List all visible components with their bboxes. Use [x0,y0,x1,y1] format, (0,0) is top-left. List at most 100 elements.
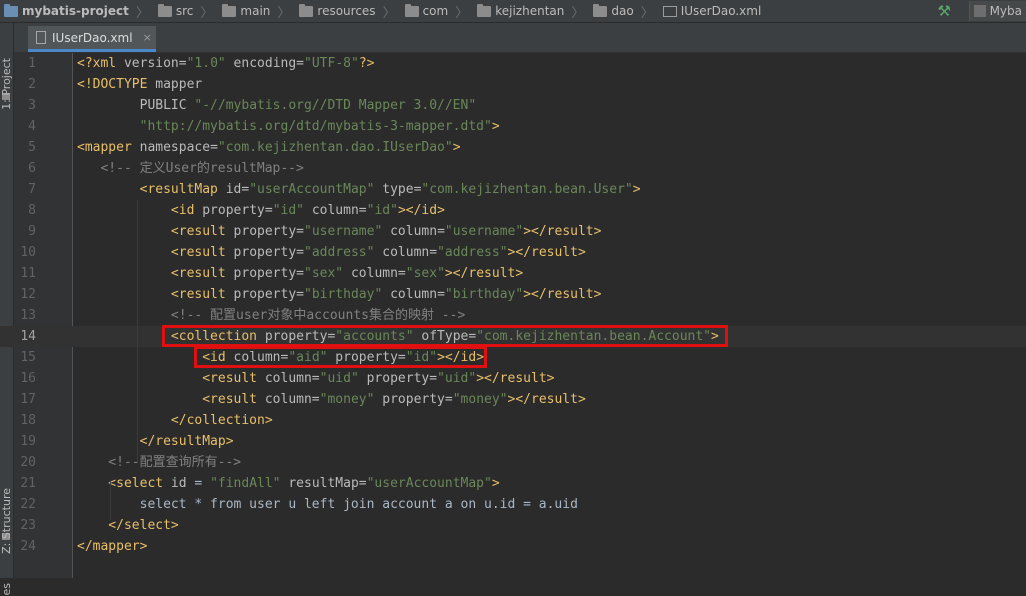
tab-iuserdao-xml[interactable]: IUserDao.xml × [28,26,156,52]
code-line[interactable]: 19 </resultMap> [0,431,1026,452]
xml-file-icon [662,5,677,17]
line-number: 20 [20,455,36,470]
breadcrumb: mybatis-project 〉 src 〉 main 〉 resources… [0,0,1026,23]
code-token: column= [264,371,320,386]
code-token: column= [382,287,445,302]
code-line[interactable]: 7 <resultMap id="userAccountMap" type="c… [0,179,1026,200]
breadcrumb-item-project[interactable]: mybatis-project [0,0,131,22]
breadcrumb-label: dao [611,4,634,18]
breadcrumb-label: mybatis-project [22,4,129,18]
breadcrumb-item-file[interactable]: IUserDao.xml [659,0,764,22]
breadcrumb-item-src[interactable]: src [154,0,196,22]
code-line[interactable]: 9 <result property="username" column="us… [0,221,1026,242]
indent-guide [137,200,138,462]
code-token: "money" [319,392,375,407]
code-line[interactable]: 8 <id property="id" column="id"></id> [0,200,1026,221]
run-configuration-selector[interactable]: Myba [969,1,1026,21]
code-line[interactable]: 15 <id column="aid" property="id"></id> [0,347,1026,368]
code-token: ></result> [507,392,586,407]
code-token: ?> [358,56,375,71]
hammer-icon[interactable]: ⚒ [938,2,951,20]
highlight-id-line [194,346,487,368]
code-token: version= [123,56,187,71]
code-token: <result [77,287,234,302]
code-token: <select [77,476,171,491]
code-token: <result [77,224,234,239]
code-token: select * from user u left join account a… [77,497,578,512]
code-line[interactable]: 24 </mapper> [0,536,1026,557]
code-token: <resultMap [77,182,226,197]
code-text: <!-- 定义User的resultMap--> [77,158,303,179]
breadcrumb-item-resources[interactable]: resources [295,0,377,22]
code-token: property= [233,266,304,281]
code-line[interactable]: 21 <select id = "findAll" resultMap="use… [0,473,1026,494]
breadcrumb-item-kejizhentan[interactable]: kejizhentan [473,0,566,22]
breadcrumb-label: kejizhentan [495,4,565,18]
folder-icon [157,3,172,17]
code-token: ></result> [444,266,524,281]
code-line[interactable]: 13 <!-- 配置user对象中accounts集合的映射 --> [0,305,1026,326]
code-token: </collection> [77,413,273,428]
code-line[interactable]: 5 <mapper namespace="com.kejizhentan.dao.… [0,137,1026,158]
breadcrumb-item-dao[interactable]: dao [589,0,635,22]
code-line[interactable]: 18 </collection> [0,410,1026,431]
code-token: "money" [452,392,508,407]
code-line[interactable]: 1 <?xml version="1.0" encoding="UTF-8"?> [0,53,1026,74]
line-number: 1 [28,56,36,71]
line-number: 22 [20,497,36,512]
breadcrumb-item-main[interactable]: main [218,0,272,22]
chevron-right-icon: 〉 [382,5,396,21]
code-text: </select> [77,515,178,536]
code-line[interactable]: 3 PUBLIC "-//mybatis.org//DTD Mapper 3.0… [0,95,1026,116]
code-line[interactable]: 4 "http://mybatis.org/dtd/mybatis-3-mapp… [0,116,1026,137]
line-number: 18 [20,413,36,428]
code-token: "id" [272,203,304,218]
code-line[interactable]: 11 <result property="sex" column="sex"><… [0,263,1026,284]
code-text: <select id = "findAll" resultMap="userAc… [77,473,499,494]
code-token: = [194,476,211,491]
code-line[interactable]: 17 <result column="money" property="mone… [0,389,1026,410]
code-text: <mapper namespace="com.kejizhentan.dao.I… [77,137,461,158]
tool-tab-favorites[interactable]: es [0,583,13,596]
code-token: "uid" [319,371,359,386]
line-number: 17 [20,392,36,407]
code-line[interactable]: 20 <!--配置查询所有--> [0,452,1026,473]
line-number: 23 [20,518,36,533]
folder-icon [593,3,608,17]
code-token: property= [233,245,304,260]
code-line[interactable]: 16 <result column="uid" property="uid"><… [0,368,1026,389]
code-token: <! [77,77,93,92]
code-text: <result property="address" column="addre… [77,242,586,263]
code-line[interactable]: 22 select * from user u left join accoun… [0,494,1026,515]
chevron-right-icon: 〉 [640,5,654,21]
code-token: property= [358,371,438,386]
code-token: PUBLIC [77,98,195,113]
code-token: ></result> [507,245,586,260]
code-text: <?xml version="1.0" encoding="UTF-8"?> [77,53,374,74]
line-number: 11 [20,266,36,281]
line-number: 8 [28,203,36,218]
code-line[interactable]: 23 </select> [0,515,1026,536]
code-text: <!-- 配置user对象中accounts集合的映射 --> [77,305,465,326]
code-token: property= [374,392,453,407]
code-line[interactable]: 2 <!DOCTYPE mapper [0,74,1026,95]
code-text: <!--配置查询所有--> [77,452,241,473]
code-token: <id [77,203,203,218]
code-text: </mapper> [77,536,147,557]
code-token: > [491,119,500,134]
code-line[interactable]: 10 <result property="address" column="ad… [0,242,1026,263]
code-token: ></id> [397,203,445,218]
line-number: 19 [20,434,36,449]
code-token: encoding= [225,56,305,71]
breadcrumb-item-com[interactable]: com [401,0,451,22]
line-number: 13 [20,308,36,323]
code-token: "birthday" [444,287,524,302]
folder-icon [477,3,492,17]
chevron-right-icon: 〉 [135,5,149,21]
close-icon[interactable]: × [143,31,152,44]
code-line[interactable]: 6 <!-- 定义User的resultMap--> [0,158,1026,179]
code-text: <result column="money" property="money">… [77,389,586,410]
code-token: "UTF-8" [304,56,359,71]
code-token: "address" [304,245,375,260]
code-line[interactable]: 12 <result property="birthday" column="b… [0,284,1026,305]
